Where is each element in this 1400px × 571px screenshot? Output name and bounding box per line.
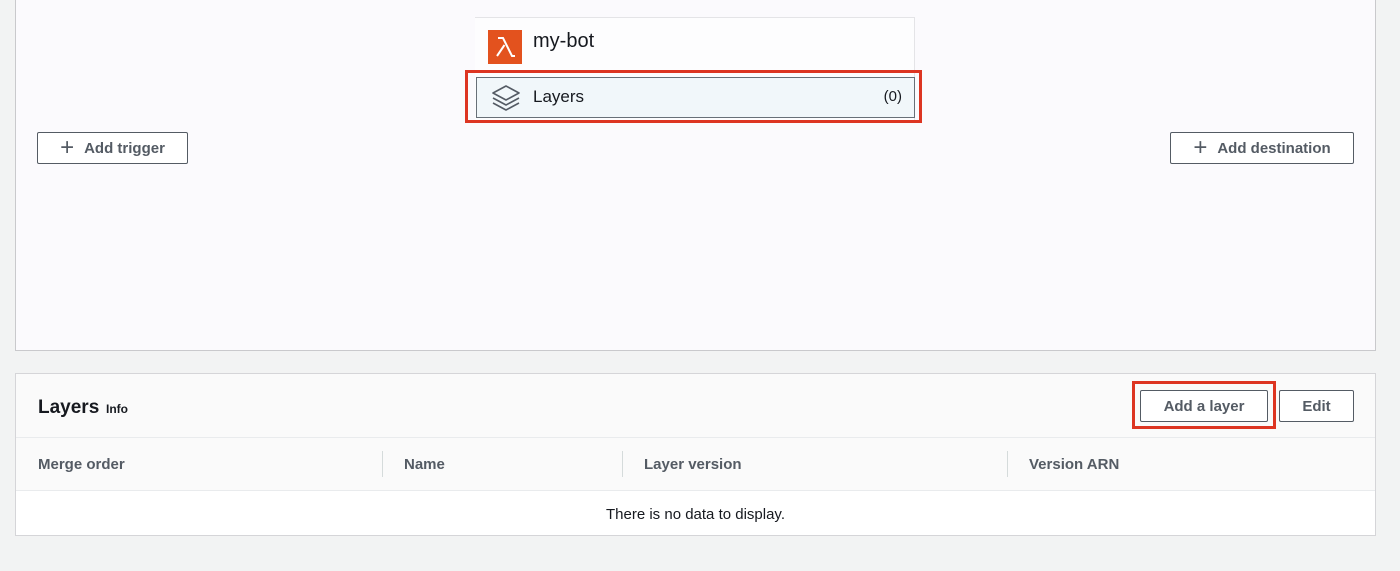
layers-node-count: (0) [883, 88, 902, 105]
layers-node-label: Layers [533, 87, 585, 106]
column-header-layer-version[interactable]: Layer version [644, 438, 742, 490]
plus-icon: + [1193, 134, 1208, 161]
add-layer-button[interactable]: Add a layer [1140, 390, 1268, 422]
function-name: my-bot [533, 30, 595, 52]
add-trigger-label: Add trigger [84, 139, 165, 157]
plus-icon: + [60, 134, 75, 161]
layers-table-header: Merge order Name Layer version Version A… [16, 438, 1375, 491]
layers-node[interactable]: Layers (0) [476, 77, 915, 118]
column-header-merge-order[interactable]: Merge order [38, 438, 125, 490]
column-divider[interactable] [1007, 451, 1008, 477]
column-divider[interactable] [382, 451, 383, 477]
column-divider[interactable] [622, 451, 623, 477]
info-link[interactable]: Info [106, 402, 128, 416]
column-header-name[interactable]: Name [404, 438, 445, 490]
add-trigger-button[interactable]: + Add trigger [37, 132, 188, 164]
layers-stack-icon [490, 83, 522, 118]
add-destination-label: Add destination [1217, 139, 1331, 157]
lambda-icon [488, 30, 522, 64]
add-destination-button[interactable]: + Add destination [1170, 132, 1354, 164]
column-header-version-arn[interactable]: Version ARN [1029, 438, 1119, 490]
empty-table-message: There is no data to display. [606, 505, 785, 523]
layers-panel-title: Layers [38, 397, 100, 418]
edit-button[interactable]: Edit [1279, 390, 1354, 422]
